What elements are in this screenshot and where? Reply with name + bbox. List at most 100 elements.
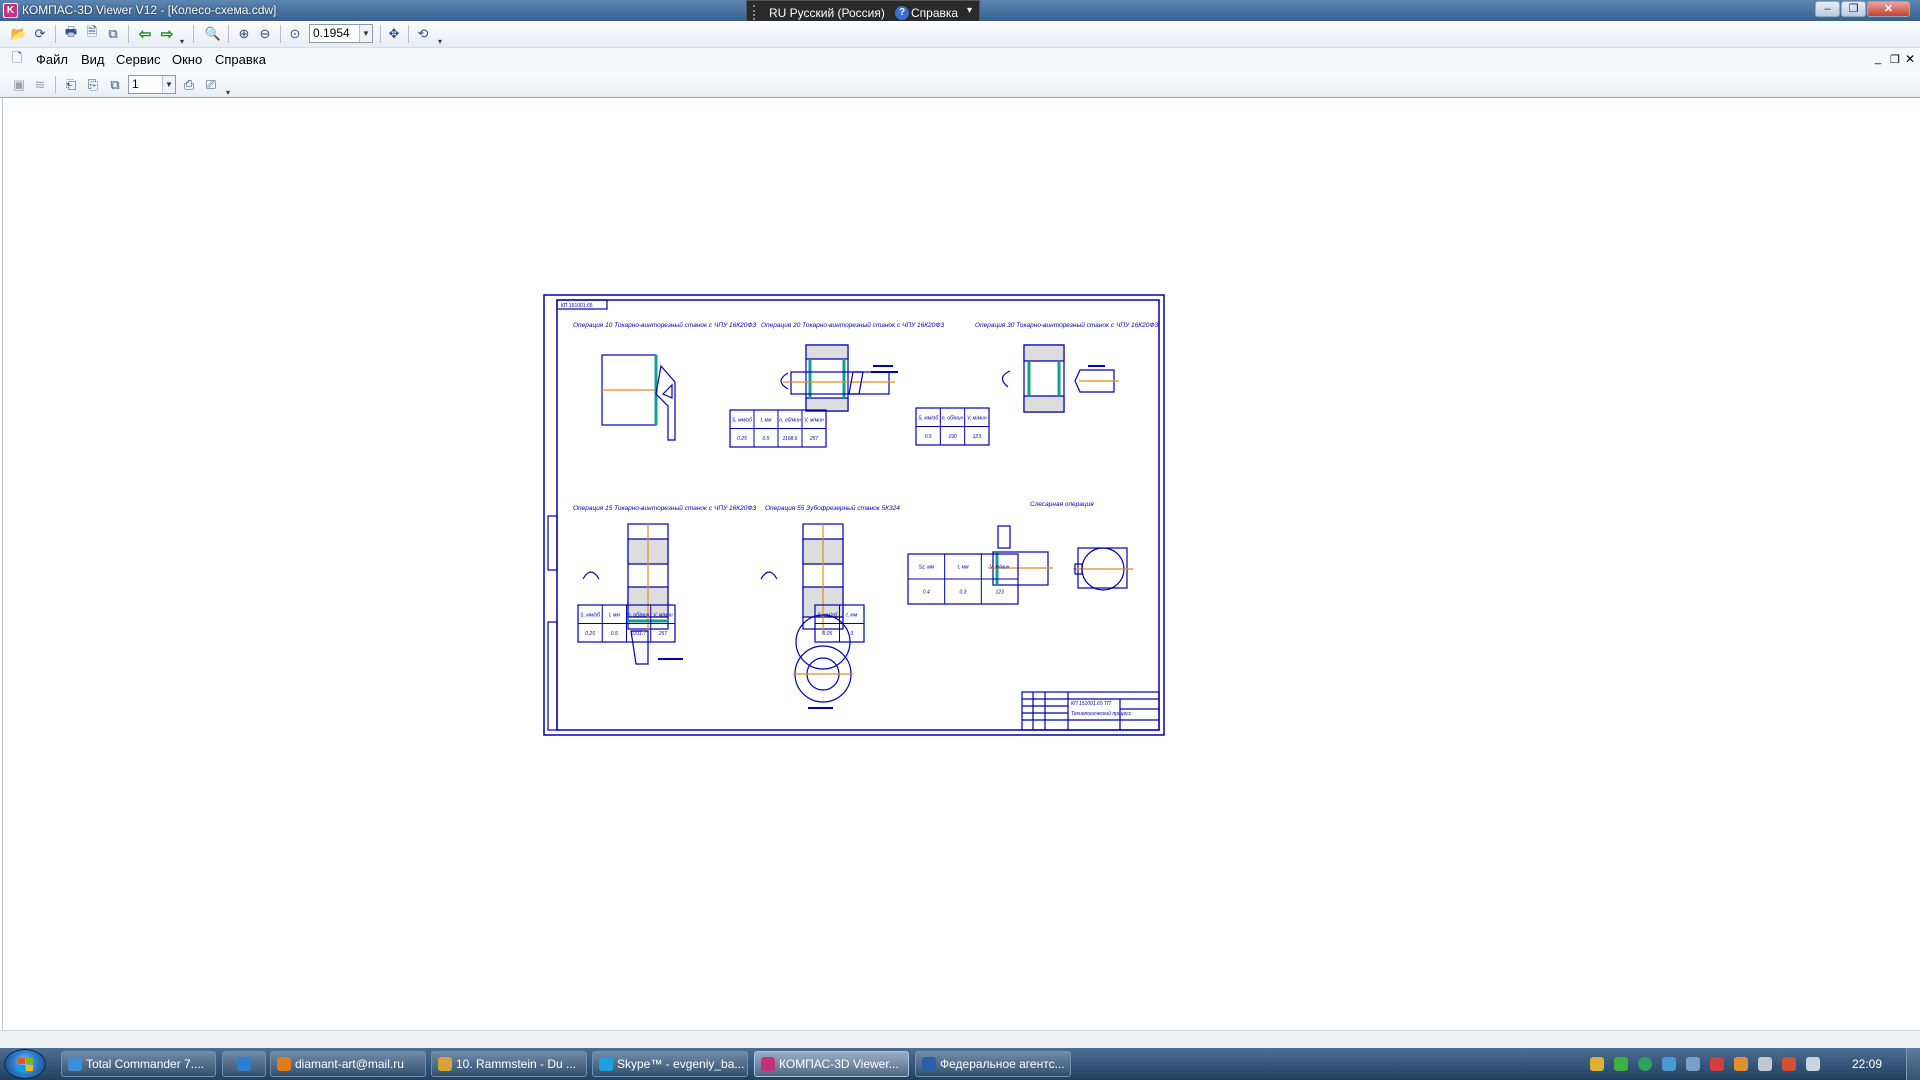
toolbar-overflow-icon[interactable]: ▾ [438,37,442,46]
left-strip-box [547,621,558,731]
next-sheet-icon[interactable]: ⎙ [180,76,198,94]
tray-lightning-icon[interactable] [1590,1057,1604,1071]
language-bar-options-icon[interactable]: ▾ [967,5,972,16]
cutting-mode-table: Sz, мм t, мм V, м/мин 0.4 0.3 123 [907,553,1019,605]
sheet-inner-frame [556,299,1160,731]
menu-window[interactable]: Окно [172,52,202,67]
op-title: Операция 10 Токарно-винторезный станок с… [573,321,756,329]
print-preview-icon[interactable]: 🗎 [83,24,101,43]
start-button[interactable] [4,1049,46,1079]
music-player-icon [438,1057,452,1071]
toolbar-separator [55,76,56,94]
copy-icon[interactable]: ⧉ [104,25,122,43]
toolbar-overflow-icon[interactable]: ▾ [180,37,184,46]
left-strip-box [547,515,558,571]
menu-view[interactable]: Вид [81,52,105,67]
taskbar-item[interactable]: Total Commander 7.... [61,1051,216,1077]
table-header-cell: t, мм [609,612,621,618]
table-value-cell: 2311.7 [630,631,646,637]
taskbar-item[interactable]: Федеральное агентс... [915,1051,1071,1077]
word-document-icon [922,1057,936,1071]
last-sheet-icon[interactable]: ⎚ [202,76,220,94]
taskbar-item[interactable]: Skype™ - evgeniy_ba... [592,1051,748,1077]
table-header-cell: t, мм [760,417,772,423]
status-bar [0,1030,1920,1048]
table-value-cell: 0.25 [737,436,747,442]
kompas-app-icon[interactable]: K [3,3,18,18]
cutting-mode-table: S, мм/об n, об/мин V, м/мин 0.5 190 123 [915,407,990,446]
standard-toolbar: 📂 ⟳ 🖶 🗎 ⧉ ⇦ ⇨ ▾ 🔍 ⊕ ⊖ ⊙ 0.1954 ▼ ✥ ⟲ ▾ [0,21,1920,48]
window-title: КОМПАС-3D Viewer V12 - [Колесо-схема.cdw… [22,3,277,17]
taskbar-item[interactable]: diamant-art@mail.ru [270,1051,426,1077]
mail-agent-icon [277,1057,291,1071]
menu-service[interactable]: Сервис [116,52,161,67]
forward-arrow-icon[interactable]: ⇨ [158,25,176,43]
sheet-number-value: 1 [132,77,139,91]
taskbar-item[interactable]: 10. Rammstein - Du ... [431,1051,587,1077]
open-folder-icon[interactable]: 📂 [10,25,28,43]
language-bar-grip[interactable] [753,5,759,20]
taskbar-item[interactable] [222,1051,266,1077]
tray-settings-icon[interactable] [1686,1057,1700,1071]
table-header-cell: S, мм/об [817,612,837,618]
windows-logo-icon [18,1058,33,1071]
doc-minimize-button[interactable]: _ [1875,53,1881,65]
doc-restore-button[interactable]: ❐ [1890,53,1900,66]
document-icon[interactable]: 🗋 [8,50,26,69]
menu-file[interactable]: Файл [36,52,68,67]
drawing-svg: Операция 10 Токарно-винторезный станок с… [543,294,1165,736]
taskbar-clock[interactable]: 22:09 [1852,1057,1882,1071]
doc-close-button[interactable]: ✕ [1905,52,1915,66]
zoom-level-combo[interactable]: 0.1954 ▼ [309,24,373,43]
table-header-cell: n, об/мин [942,415,964,421]
back-arrow-icon[interactable]: ⇦ [136,25,154,43]
zoom-in-icon[interactable]: ⊕ [235,25,253,43]
taskbar-item-active[interactable]: КОМПАС-3D Viewer... [754,1051,909,1077]
minimize-button[interactable]: – [1815,1,1840,17]
table-header-cell: n, об/мин [779,417,801,423]
tray-agent-icon[interactable] [1638,1057,1652,1071]
show-desktop-button[interactable] [1906,1048,1920,1080]
internet-explorer-icon [237,1057,251,1071]
menu-help[interactable]: Справка [215,52,266,67]
refresh-view-icon[interactable]: ⟲ [414,25,432,43]
close-button[interactable]: ✕ [1867,1,1910,17]
sheets-icon[interactable]: ⧉ [106,76,124,94]
table-value-cell: 123 [973,434,982,440]
drawing-sheet[interactable]: Операция 10 Токарно-винторезный станок с… [543,294,1165,736]
help-icon[interactable]: ? [895,6,909,20]
table-value-cell: 257 [658,631,668,637]
table-header-cell: n, об/мин [628,612,650,618]
print-icon[interactable]: 🖶 [62,24,80,43]
zoom-window-icon[interactable]: 🔍 [204,25,222,43]
prev-sheet-icon[interactable]: ⎘ [84,76,102,94]
chevron-down-icon[interactable]: ▼ [359,25,372,42]
first-sheet-icon[interactable]: ⎗ [62,76,80,94]
tray-flag-icon[interactable] [1710,1057,1724,1071]
table-value-cell: 0.3 [960,590,967,596]
stamp-code: КП 151001.65 [561,303,593,309]
layers-icon[interactable]: ≋ [31,76,49,94]
zoom-out-icon[interactable]: ⊖ [256,25,274,43]
tray-network-icon[interactable] [1662,1057,1676,1071]
tray-alert-icon[interactable] [1782,1057,1796,1071]
language-bar-help[interactable]: Справка [911,6,958,20]
cutting-mode-table: S, мм/об t, мм n, об/мин V, м/мин 0.25 0.5 116… [729,409,827,448]
tray-security-icon[interactable] [1734,1057,1748,1071]
op-title: Слесарная операция [1030,501,1094,508]
taskbar: Total Commander 7.... diamant-art@mail.r… [0,1048,1920,1080]
zoom-fit-icon[interactable]: ⊙ [286,25,304,43]
tray-volume-icon[interactable] [1806,1057,1820,1071]
toolbar-separator [193,25,194,43]
op-title: Операция 30 Токарно-винторезный станок с… [975,321,1158,329]
tray-device-icon[interactable] [1758,1057,1772,1071]
open-recent-icon[interactable]: ⟳ [31,25,49,43]
chevron-down-icon[interactable]: ▼ [162,76,175,93]
language-indicator[interactable]: RU Русский (Россия) [769,6,885,20]
maximize-button[interactable]: ❐ [1841,1,1866,17]
sheet-number-combo[interactable]: 1 ▼ [128,75,176,94]
pan-move-icon[interactable]: ✥ [385,25,403,43]
layer-icon[interactable]: ▣ [10,76,28,94]
toolbar-overflow-icon[interactable]: ▾ [226,88,230,97]
tray-mail-icon[interactable] [1614,1057,1628,1071]
